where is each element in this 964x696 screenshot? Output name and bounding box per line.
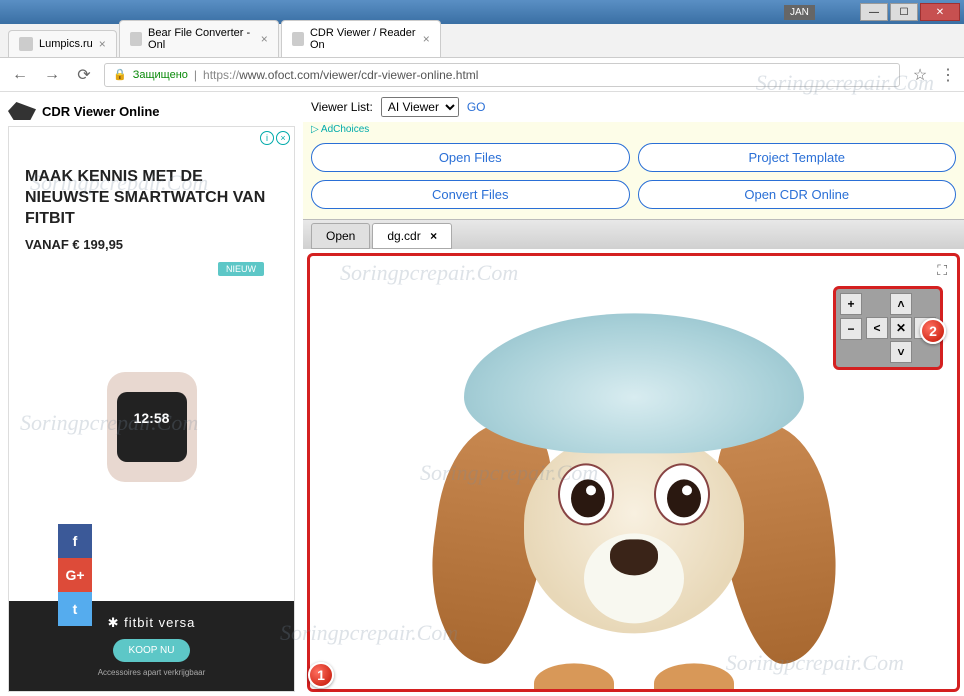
ad-badge: NIEUW — [218, 262, 264, 276]
tab-title: CDR Viewer / Reader On — [310, 27, 417, 51]
browser-tab[interactable]: Lumpics.ru × — [8, 30, 117, 57]
page-content: CDR Viewer Online i× MAAK KENNIS MET DE … — [0, 92, 964, 696]
maximize-button[interactable]: ☐ — [890, 3, 918, 21]
url-input[interactable]: 🔒 Защищено | https://www.ofoct.com/viewe… — [104, 63, 900, 87]
favicon-icon — [19, 37, 33, 51]
browser-tab[interactable]: Bear File Converter - Onl × — [119, 20, 279, 57]
ad-info-icons[interactable]: i× — [260, 131, 290, 145]
ad-banner[interactable]: i× MAAK KENNIS MET DE NIEUWSTE SMARTWATC… — [8, 126, 295, 692]
zoom-in-button[interactable]: + — [840, 293, 862, 315]
minimize-button[interactable]: — — [860, 3, 888, 21]
googleplus-button[interactable]: G+ — [58, 558, 92, 592]
project-template-button[interactable]: Project Template — [638, 143, 957, 172]
menu-button[interactable]: ⋮ — [940, 65, 956, 85]
tab-title: Lumpics.ru — [39, 38, 93, 50]
site-title: CDR Viewer Online — [42, 104, 160, 119]
callout-1: 1 — [308, 662, 334, 688]
reload-button[interactable]: ⟳ — [72, 63, 96, 87]
favicon-icon — [292, 32, 304, 46]
pan-down-button[interactable]: ˅ — [890, 341, 912, 363]
viewer-toolbar: Viewer List: AI Viewer GO — [303, 92, 964, 122]
ad-fineprint: Accessoires apart verkrijgbaar — [17, 668, 286, 677]
watch-icon: 12:58 — [107, 372, 197, 482]
go-link[interactable]: GO — [467, 100, 486, 114]
file-tab-label: dg.cdr — [387, 229, 420, 243]
facebook-button[interactable]: f — [58, 524, 92, 558]
file-tabs: Open dg.cdr × — [303, 219, 964, 249]
social-buttons: f G+ t — [58, 524, 92, 626]
adchoices-row[interactable]: ▷ AdChoices — [303, 122, 964, 137]
secure-label: Защищено — [133, 69, 188, 81]
back-button[interactable]: ← — [8, 63, 32, 87]
callout-2: 2 — [920, 318, 946, 344]
open-tab[interactable]: Open — [311, 223, 370, 249]
file-tab-current[interactable]: dg.cdr × — [372, 223, 452, 249]
tab-title: Bear File Converter - Onl — [148, 27, 255, 51]
file-tab-close-icon[interactable]: × — [430, 229, 437, 243]
viewer-canvas[interactable]: ⛶ + − ˄ ˂ ✕ ˃ ˅ — [307, 253, 960, 692]
fullscreen-icon[interactable]: ⛶ — [937, 262, 947, 279]
url-text: https://www.ofoct.com/viewer/cdr-viewer-… — [203, 68, 478, 82]
open-files-button[interactable]: Open Files — [311, 143, 630, 172]
pan-up-button[interactable]: ˄ — [890, 293, 912, 315]
favicon-icon — [130, 32, 142, 46]
browser-tab[interactable]: CDR Viewer / Reader On × — [281, 20, 441, 57]
convert-files-button[interactable]: Convert Files — [311, 180, 630, 209]
open-cdr-online-button[interactable]: Open CDR Online — [638, 180, 957, 209]
zoom-out-button[interactable]: − — [840, 318, 862, 340]
tab-close-icon[interactable]: × — [261, 32, 268, 46]
twitter-button[interactable]: t — [58, 592, 92, 626]
pan-reset-button[interactable]: ✕ — [890, 317, 912, 339]
tab-close-icon[interactable]: × — [99, 37, 106, 51]
logo-icon — [8, 102, 36, 120]
lock-icon: 🔒 — [113, 68, 127, 81]
right-column: Viewer List: AI Viewer GO ▷ AdChoices Op… — [303, 92, 964, 696]
forward-button[interactable]: → — [40, 63, 64, 87]
cdr-image-content — [424, 313, 844, 692]
browser-tabbar: Lumpics.ru × Bear File Converter - Onl ×… — [0, 24, 964, 58]
left-column: CDR Viewer Online i× MAAK KENNIS MET DE … — [0, 92, 303, 696]
address-bar: ← → ⟳ 🔒 Защищено | https://www.ofoct.com… — [0, 58, 964, 92]
ad-cta-button[interactable]: KOOP NU — [113, 639, 191, 662]
tab-close-icon[interactable]: × — [423, 32, 430, 46]
pan-left-button[interactable]: ˂ — [866, 317, 888, 339]
ad-headline: MAAK KENNIS MET DE NIEUWSTE SMARTWATCH V… — [9, 127, 294, 237]
close-button[interactable]: ✕ — [920, 3, 960, 21]
star-button[interactable]: ☆ — [908, 63, 932, 87]
ad-price: VANAF € 199,95 — [9, 237, 294, 252]
ad-footer: ✱ fitbit versa KOOP NU Accessoires apart… — [9, 601, 294, 691]
ad-image: NIEUW 12:58 — [9, 252, 294, 601]
site-header: CDR Viewer Online — [8, 96, 295, 126]
viewer-list-label: Viewer List: — [311, 100, 373, 114]
lang-indicator[interactable]: JAN — [784, 5, 815, 20]
action-buttons: Open Files Project Template Convert File… — [303, 137, 964, 219]
viewer-select[interactable]: AI Viewer — [381, 97, 459, 117]
